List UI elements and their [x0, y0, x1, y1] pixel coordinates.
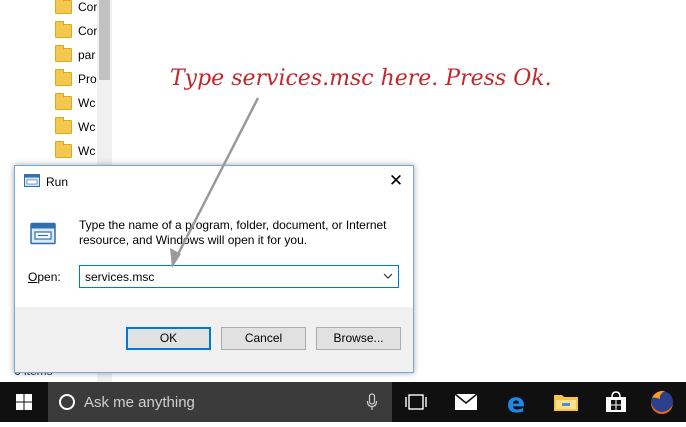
close-button[interactable]: ✕ — [383, 169, 409, 193]
store-button[interactable] — [592, 382, 640, 422]
open-label-text: pen: — [37, 270, 61, 284]
folder-name: Pro — [78, 72, 97, 86]
run-program-icon — [30, 222, 56, 245]
taskbar: Ask me anything e — [0, 382, 686, 422]
svg-text:e: e — [507, 388, 525, 419]
cortana-icon — [59, 394, 75, 410]
dialog-title: Run — [46, 175, 69, 189]
open-label-accelerator: O — [28, 270, 38, 284]
search-placeholder: Ask me anything — [84, 394, 195, 411]
firefox-icon — [650, 390, 673, 415]
folder-name: Wc — [78, 144, 96, 158]
folder-item[interactable]: Pro — [55, 68, 98, 90]
cancel-button[interactable]: Cancel — [221, 327, 306, 350]
open-input[interactable] — [85, 266, 375, 287]
folder-icon — [55, 21, 72, 38]
folder-name: Wc — [78, 120, 96, 134]
dialog-button-area: OK Cancel Browse... — [15, 307, 413, 372]
open-label: Open: — [28, 270, 61, 284]
edge-button[interactable]: e — [492, 382, 540, 422]
dialog-description: Type the name of a program, folder, docu… — [79, 218, 387, 247]
folder-item[interactable]: par — [55, 44, 98, 66]
folder-name: Cor — [78, 0, 98, 14]
mail-button[interactable] — [442, 382, 490, 422]
mail-icon — [454, 393, 478, 410]
file-explorer-button[interactable] — [542, 382, 590, 422]
close-icon: ✕ — [388, 171, 404, 190]
folder-item[interactable]: Cor — [55, 20, 98, 42]
store-icon — [606, 391, 626, 412]
task-view-icon — [405, 394, 427, 410]
windows-start-icon — [16, 394, 32, 410]
edge-icon: e — [507, 388, 525, 419]
run-icon — [24, 174, 40, 187]
start-button[interactable] — [0, 382, 48, 422]
folder-icon — [55, 0, 72, 14]
open-combobox[interactable] — [79, 265, 399, 288]
folder-name: Wc — [78, 96, 96, 110]
firefox-button[interactable] — [638, 382, 686, 422]
ok-button[interactable]: OK — [126, 327, 211, 350]
run-dialog: Run ✕ Type the name of a program, folder… — [14, 165, 414, 373]
folder-name: par — [78, 48, 96, 62]
folder-item[interactable]: Wc — [55, 140, 98, 162]
search-box[interactable]: Ask me anything — [48, 382, 392, 422]
folder-item[interactable]: Wc — [55, 116, 98, 138]
folder-icon — [55, 117, 72, 134]
folder-icon — [55, 93, 72, 110]
dialog-titlebar[interactable]: Run ✕ — [15, 166, 413, 196]
folder-icon — [55, 45, 72, 62]
folder-item[interactable]: Wc — [55, 92, 98, 114]
folder-icon — [55, 141, 72, 158]
browse-button[interactable]: Browse... — [316, 327, 401, 350]
folder-icon — [55, 69, 72, 86]
folder-name: Cor — [78, 24, 98, 38]
scrollbar-thumb[interactable] — [99, 0, 110, 80]
task-view-button[interactable] — [392, 382, 440, 422]
file-explorer-icon — [554, 395, 578, 411]
chevron-down-icon[interactable] — [382, 270, 394, 282]
folder-item[interactable]: Cor — [55, 0, 98, 18]
microphone-icon[interactable] — [366, 393, 378, 411]
annotation-text: Type services.msc here. Press Ok. — [170, 66, 552, 91]
